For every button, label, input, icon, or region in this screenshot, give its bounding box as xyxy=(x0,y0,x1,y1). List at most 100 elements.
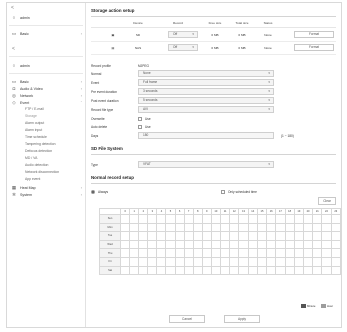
sidebar-item-network[interactable]: ◎ Network › xyxy=(7,93,86,99)
schedule-cell[interactable] xyxy=(247,256,258,267)
normal-select[interactable]: None ▾ xyxy=(138,70,274,77)
sidebar-item-event[interactable]: ◇ Event ˇ xyxy=(7,100,86,106)
schedule-cell[interactable] xyxy=(284,256,295,267)
schedule-cell[interactable] xyxy=(156,231,167,241)
schedule-cell[interactable] xyxy=(156,256,167,267)
schedule-cell[interactable] xyxy=(229,214,240,224)
schedule-cell[interactable] xyxy=(174,265,185,276)
schedule-cell[interactable] xyxy=(120,239,131,250)
schedule-cell[interactable] xyxy=(312,222,323,233)
schedule-cell[interactable] xyxy=(147,265,158,276)
schedule-cell[interactable] xyxy=(219,231,231,241)
schedule-cell[interactable] xyxy=(284,214,295,224)
sidebar-item-audio-video[interactable]: ◘ Audio & Video › xyxy=(7,86,86,92)
schedule-cell[interactable] xyxy=(183,214,194,224)
user-row-2[interactable]: ○ admin xyxy=(7,63,86,69)
schedule-cell[interactable] xyxy=(210,239,221,250)
schedule-cell[interactable] xyxy=(210,222,221,233)
schedule-cell[interactable] xyxy=(330,222,342,233)
schedule-cell[interactable] xyxy=(302,256,314,267)
schedule-cell[interactable] xyxy=(129,265,140,276)
schedule-cell[interactable] xyxy=(247,248,258,258)
schedule-cell[interactable] xyxy=(312,239,323,250)
schedule-cell[interactable] xyxy=(238,256,249,267)
schedule-cell[interactable] xyxy=(138,214,149,224)
schedule-cell[interactable] xyxy=(238,239,249,250)
schedule-cell[interactable] xyxy=(183,231,194,241)
schedule-cell[interactable] xyxy=(147,239,158,250)
schedule-cell[interactable] xyxy=(201,248,212,258)
pre-event-select[interactable]: 3 seconds ▾ xyxy=(138,88,274,95)
schedule-cell[interactable] xyxy=(229,222,240,233)
schedule-cell[interactable] xyxy=(284,239,295,250)
schedule-cell[interactable] xyxy=(247,231,258,241)
schedule-cell[interactable] xyxy=(138,239,149,250)
schedule-cell[interactable] xyxy=(256,256,268,267)
schedule-cell[interactable] xyxy=(165,248,176,258)
schedule-cell[interactable] xyxy=(256,214,268,224)
schedule-cell[interactable] xyxy=(183,248,194,258)
schedule-cell[interactable] xyxy=(174,222,185,233)
schedule-cell[interactable] xyxy=(192,222,203,233)
schedule-cell[interactable] xyxy=(266,248,277,258)
schedule-cell[interactable] xyxy=(192,256,203,267)
schedule-cell[interactable] xyxy=(330,231,342,241)
schedule-cell[interactable] xyxy=(210,231,221,241)
sidebar-item-basic[interactable]: ▭ Basic › xyxy=(7,79,86,85)
sidebar-item-basic-top[interactable]: ▭ Basic › xyxy=(7,31,86,37)
format-button[interactable]: Format xyxy=(294,44,334,51)
schedule-cell[interactable] xyxy=(229,239,240,250)
schedule-cell[interactable] xyxy=(275,222,286,233)
schedule-cell[interactable] xyxy=(330,256,342,267)
schedule-cell[interactable] xyxy=(330,239,342,250)
schedule-cell[interactable] xyxy=(192,214,203,224)
schedule-cell[interactable] xyxy=(293,248,304,258)
schedule-cell[interactable] xyxy=(210,256,221,267)
sidebar-subitem-tampering[interactable]: Tampering detection xyxy=(7,142,86,146)
sidebar-subitem-audio-detection[interactable]: Audio detection xyxy=(7,163,86,167)
schedule-cell[interactable] xyxy=(302,231,314,241)
schedule-cell[interactable] xyxy=(219,214,231,224)
schedule-cell[interactable] xyxy=(275,248,286,258)
schedule-cell[interactable] xyxy=(293,231,304,241)
event-select[interactable]: Full frame ▾ xyxy=(138,79,274,86)
schedule-cell[interactable] xyxy=(312,248,323,258)
schedule-cell[interactable] xyxy=(120,256,131,267)
schedule-cell[interactable] xyxy=(302,239,314,250)
sidebar-subitem-alarm-output[interactable]: Alarm output xyxy=(7,121,86,125)
schedule-cell[interactable] xyxy=(219,222,231,233)
schedule-cell[interactable] xyxy=(192,248,203,258)
sidebar-subitem-app-event[interactable]: App event xyxy=(7,177,86,181)
schedule-cell[interactable] xyxy=(129,239,140,250)
schedule-cell[interactable] xyxy=(201,256,212,267)
schedule-cell[interactable] xyxy=(156,222,167,233)
schedule-cell[interactable] xyxy=(210,248,221,258)
schedule-cell[interactable] xyxy=(238,231,249,241)
schedule-cell[interactable] xyxy=(293,256,304,267)
schedule-cell[interactable] xyxy=(129,214,140,224)
sidebar-item-heat-map[interactable]: ▦ Heat Map › xyxy=(7,185,86,191)
clear-button[interactable]: Clear xyxy=(318,197,336,205)
schedule-cell[interactable] xyxy=(192,231,203,241)
schedule-cell[interactable] xyxy=(275,214,286,224)
schedule-cell[interactable] xyxy=(219,248,231,258)
sidebar-subitem-defocus[interactable]: Defocus detection xyxy=(7,149,86,153)
sidebar-subitem-ftp[interactable]: FTP / E-mail xyxy=(7,107,86,111)
schedule-cell[interactable] xyxy=(256,231,268,241)
schedule-cell[interactable] xyxy=(129,231,140,241)
schedule-cell[interactable] xyxy=(138,248,149,258)
schedule-cell[interactable] xyxy=(201,239,212,250)
schedule-cell[interactable] xyxy=(266,256,277,267)
schedule-cell[interactable] xyxy=(183,265,194,276)
schedule-cell[interactable] xyxy=(219,239,231,250)
collapse-icon[interactable]: < xyxy=(12,46,15,52)
schedule-cell[interactable] xyxy=(192,239,203,250)
schedule-cell[interactable] xyxy=(256,239,268,250)
schedule-cell[interactable] xyxy=(312,214,323,224)
schedule-cell[interactable] xyxy=(174,231,185,241)
schedule-cell[interactable] xyxy=(312,265,323,276)
always-radio[interactable] xyxy=(91,190,95,194)
schedule-cell[interactable] xyxy=(210,214,221,224)
schedule-cell[interactable] xyxy=(293,239,304,250)
schedule-cell[interactable] xyxy=(229,231,240,241)
